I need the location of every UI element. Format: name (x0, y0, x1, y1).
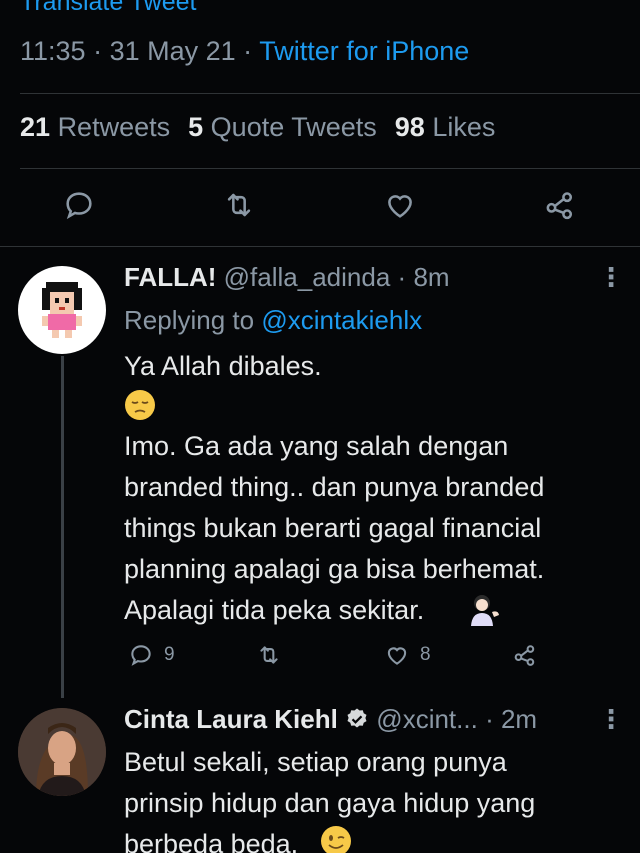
reply-text-body: Betul sekali, setiap orang punya prinsip… (124, 747, 536, 853)
tweet-date: 31 May 21 (109, 36, 236, 66)
likes-stat[interactable]: 98 Likes (395, 112, 496, 142)
winking-face-emoji (320, 825, 352, 853)
reply-count: 9 (164, 644, 175, 665)
replying-to: Replying to @xcintakiehlx (124, 305, 423, 335)
retweets-stat[interactable]: 21 Retweets (20, 112, 170, 142)
reply-author-name[interactable]: FALLA! (124, 262, 216, 292)
more-options-icon[interactable]: ⋮ (598, 262, 625, 293)
like-button[interactable]: 8 (384, 642, 431, 668)
tweet-stats: 21 Retweets 5 Quote Tweets 98 Likes (20, 112, 495, 143)
divider (20, 168, 640, 169)
share-icon[interactable] (512, 642, 538, 668)
reply-header: Cinta Laura Kiehl @xcint... · 2m (124, 704, 538, 734)
reply-author-handle[interactable]: @xcint... (376, 704, 478, 734)
retweet-icon[interactable] (256, 642, 282, 668)
retweet-icon[interactable] (222, 188, 256, 227)
avatar[interactable] (18, 266, 106, 354)
reply-age: 2m (500, 704, 538, 734)
pensive-face-emoji (124, 389, 156, 426)
reply-age: 8m (413, 262, 450, 292)
divider (0, 246, 640, 247)
reply-icon[interactable] (62, 188, 96, 227)
tweet-timestamp: 11:35 · 31 May 21 · Twitter for iPhone (20, 36, 470, 66)
quote-tweets-stat[interactable]: 5 Quote Tweets (188, 112, 377, 142)
reply-text-body: Imo. Ga ada yang salah dengan branded th… (124, 431, 545, 625)
reply-header: FALLA! @falla_adinda · 8m (124, 262, 450, 292)
divider (20, 93, 640, 94)
avatar[interactable] (18, 708, 106, 796)
tipping-hand-person-emoji (468, 592, 502, 631)
reply-text-line1: Ya Allah dibales. (124, 351, 322, 381)
reply-action-bar: 9 8 (0, 642, 640, 672)
tweet-time: 11:35 (20, 36, 86, 66)
reply-author-handle[interactable]: @falla_adinda (224, 262, 391, 292)
tweet-detail-screen: Translate Tweet 11:35 · 31 May 21 · Twit… (0, 0, 640, 853)
tweet-action-bar (0, 188, 640, 228)
translate-tweet-link[interactable]: Translate Tweet (20, 0, 196, 17)
like-icon[interactable] (383, 188, 417, 227)
reply-author-name[interactable]: Cinta Laura Kiehl (124, 704, 338, 734)
like-count: 8 (420, 644, 431, 665)
replying-to-mention[interactable]: @xcintakiehlx (261, 305, 422, 335)
more-options-icon[interactable]: ⋮ (598, 704, 625, 735)
reply-button[interactable]: 9 (128, 642, 175, 668)
tweet-source-link[interactable]: Twitter for iPhone (259, 36, 469, 66)
share-icon[interactable] (543, 188, 577, 227)
verified-badge-icon (345, 707, 369, 731)
